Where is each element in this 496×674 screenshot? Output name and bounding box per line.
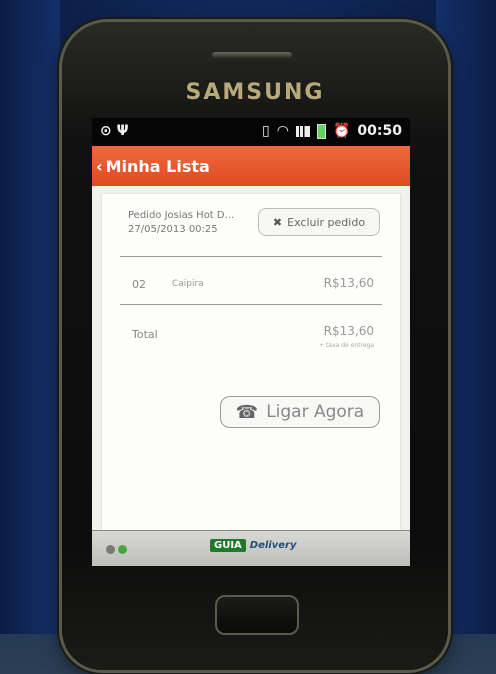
- delete-order-button[interactable]: ✖ Excluir pedido: [258, 208, 380, 236]
- device-brand: SAMSUNG: [185, 80, 325, 105]
- earpiece-speaker: [212, 52, 292, 58]
- battery-icon: [316, 123, 326, 139]
- order-receipt: Pedido Josias Hot D... 27/05/2013 00:25 …: [102, 194, 400, 530]
- item-name: Caipira: [172, 279, 204, 289]
- phone-body: SAMSUNG ⊙ Ψ ▯ ◠ ⏰ 00:50 ‹ Minha Lista Pe…: [62, 22, 448, 670]
- order-name: Pedido Josias Hot D...: [128, 210, 235, 221]
- indicator-dot-icon: [106, 545, 115, 554]
- status-bar: ⊙ Ψ ▯ ◠ ⏰ 00:50: [92, 118, 410, 146]
- status-clock: 00:50: [357, 123, 402, 139]
- action-bar: ‹ Minha Lista: [92, 146, 410, 186]
- vibrate-icon: ▯: [262, 123, 270, 139]
- status-right-icons: ▯ ◠ ⏰ 00:50: [262, 123, 402, 139]
- item-price: R$13,60: [323, 276, 374, 290]
- page-title[interactable]: Minha Lista: [106, 157, 210, 176]
- divider: [120, 304, 382, 305]
- status-left-icons: ⊙ Ψ: [100, 123, 129, 139]
- background-left: [0, 0, 60, 674]
- delivery-fee-note: + taxa de entrega: [319, 342, 374, 349]
- signal-icon: [295, 125, 310, 137]
- wifi-icon: ◠: [276, 123, 289, 139]
- alarm-icon: ⏰: [332, 123, 351, 139]
- order-date: 27/05/2013 00:25: [128, 224, 218, 235]
- total-label: Total: [132, 328, 158, 341]
- call-now-label: Ligar Agora: [266, 402, 365, 422]
- content-area: Pedido Josias Hot D... 27/05/2013 00:25 …: [92, 186, 410, 530]
- logo-word: Delivery: [249, 540, 297, 551]
- home-button[interactable]: [215, 595, 299, 635]
- delete-order-label: Excluir pedido: [287, 215, 366, 229]
- divider: [120, 256, 382, 257]
- guia-delivery-logo: GUIA Delivery: [210, 539, 297, 552]
- indicator-dot-icon: [118, 545, 127, 554]
- phone-screen: ⊙ Ψ ▯ ◠ ⏰ 00:50 ‹ Minha Lista Pedido Jos…: [92, 118, 410, 566]
- bottom-bar: GUIA Delivery: [92, 530, 410, 566]
- call-now-button[interactable]: ☎ Ligar Agora: [220, 396, 380, 428]
- notification-icon: ⊙: [100, 123, 112, 139]
- phone-handset-icon: ☎: [235, 401, 259, 423]
- item-quantity: 02: [132, 278, 146, 291]
- back-chevron-icon[interactable]: ‹: [96, 157, 103, 176]
- usb-icon: Ψ: [116, 123, 129, 139]
- total-value: R$13,60: [323, 324, 374, 338]
- logo-badge: GUIA: [210, 539, 246, 552]
- close-icon: ✖: [272, 215, 283, 229]
